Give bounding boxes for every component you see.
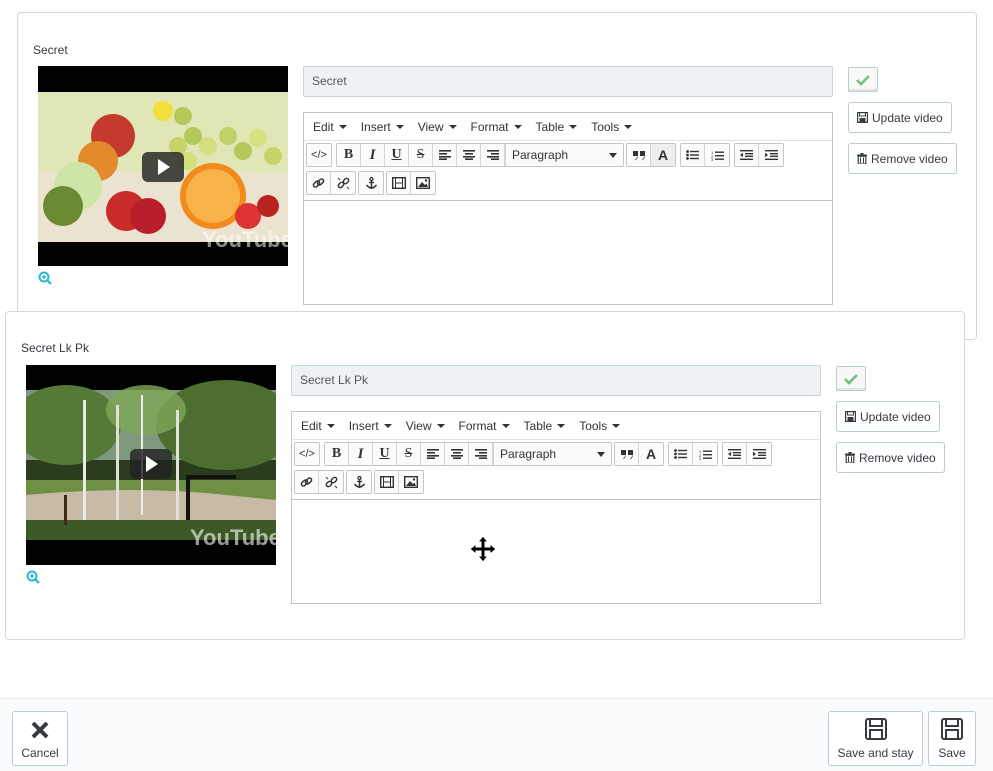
text-color-button[interactable]: A (651, 144, 675, 166)
insert-link-icon[interactable] (307, 172, 331, 194)
numbered-list-button[interactable]: 123 (705, 144, 729, 166)
video-thumbnail[interactable]: YouTube (38, 66, 288, 266)
editor-toolbar-row-2 (292, 468, 820, 496)
indent-button[interactable] (759, 144, 783, 166)
editor-menubar: Edit Insert View Format Table Tools (304, 113, 832, 141)
strikethrough-button[interactable]: S (409, 144, 433, 166)
menu-view[interactable]: View (411, 113, 464, 141)
align-left-button[interactable] (421, 443, 445, 465)
menu-format[interactable]: Format (452, 412, 517, 440)
media-film-icon[interactable] (375, 471, 399, 493)
editor-toolbar-row-2 (304, 169, 832, 197)
text-color-button[interactable]: A (639, 443, 663, 465)
editor-content-area[interactable] (304, 200, 832, 304)
italic-button[interactable]: I (361, 144, 385, 166)
menu-format[interactable]: Format (464, 113, 529, 141)
align-right-button[interactable] (469, 443, 493, 465)
menu-insert[interactable]: Insert (342, 412, 399, 440)
zoom-icon[interactable] (38, 271, 52, 285)
svg-text:3: 3 (699, 456, 702, 460)
video-heading: Secret Lk Pk (21, 341, 90, 355)
youtube-watermark: YouTube (190, 525, 276, 550)
move-cursor-icon (469, 535, 497, 563)
check-icon (844, 373, 858, 385)
svg-text:3: 3 (711, 157, 714, 161)
save-icon (941, 718, 963, 740)
video-thumbnail[interactable]: YouTube (26, 365, 276, 565)
update-video-button[interactable]: Update video (848, 102, 952, 133)
bullet-list-button[interactable] (681, 144, 705, 166)
save-icon (857, 112, 868, 123)
confirm-check-button[interactable] (836, 366, 866, 391)
editor-toolbar-row-1: </> B I U S Paragraph A 123 (292, 440, 820, 468)
align-left-button[interactable] (433, 144, 457, 166)
menu-insert[interactable]: Insert (354, 113, 411, 141)
save-icon (845, 411, 856, 422)
zoom-icon[interactable] (26, 570, 40, 584)
blockquote-button[interactable] (615, 443, 639, 465)
save-button[interactable]: Save (928, 711, 976, 766)
confirm-check-button[interactable] (848, 67, 878, 92)
insert-link-icon[interactable] (295, 471, 319, 493)
svg-text:A: A (658, 148, 668, 162)
menu-table[interactable]: Table (517, 412, 573, 440)
svg-text:A: A (646, 447, 656, 461)
align-right-button[interactable] (481, 144, 505, 166)
video-title-input[interactable]: Secret Lk Pk (291, 365, 821, 396)
italic-button[interactable]: I (349, 443, 373, 465)
outdent-button[interactable] (735, 144, 759, 166)
trash-icon (845, 452, 855, 463)
unlink-icon[interactable] (319, 471, 343, 493)
update-video-button[interactable]: Update video (836, 401, 940, 432)
align-center-button[interactable] (445, 443, 469, 465)
footer-toolbar: Cancel Save and stay Save (0, 698, 993, 771)
block-format-select[interactable]: Paragraph (493, 443, 611, 465)
numbered-list-button[interactable]: 123 (693, 443, 717, 465)
youtube-watermark: YouTube (202, 227, 288, 252)
remove-video-button[interactable]: Remove video (848, 143, 957, 174)
close-icon (31, 721, 49, 739)
source-code-button[interactable]: </> (295, 443, 319, 465)
anchor-icon[interactable] (359, 172, 383, 194)
strikethrough-button[interactable]: S (397, 443, 421, 465)
media-film-icon[interactable] (387, 172, 411, 194)
editor-content-area[interactable] (292, 499, 820, 603)
cancel-button[interactable]: Cancel (12, 711, 68, 766)
rich-text-editor: Edit Insert View Format Table Tools </> … (303, 112, 833, 305)
align-center-button[interactable] (457, 144, 481, 166)
insert-image-icon[interactable] (399, 471, 423, 493)
menu-table[interactable]: Table (529, 113, 585, 141)
unlink-icon[interactable] (331, 172, 355, 194)
save-icon (864, 718, 887, 740)
indent-button[interactable] (747, 443, 771, 465)
editor-menubar: Edit Insert View Format Table Tools (292, 412, 820, 440)
menu-tools[interactable]: Tools (584, 113, 639, 141)
blockquote-button[interactable] (627, 144, 651, 166)
insert-image-icon[interactable] (411, 172, 435, 194)
trash-icon (857, 153, 867, 164)
bold-button[interactable]: B (337, 144, 361, 166)
editor-toolbar-row-1: </> B I U S Paragraph A 123 (304, 141, 832, 169)
check-icon (856, 74, 870, 86)
block-format-select[interactable]: Paragraph (505, 144, 623, 166)
menu-tools[interactable]: Tools (572, 412, 627, 440)
remove-video-button[interactable]: Remove video (836, 442, 945, 473)
bullet-list-button[interactable] (669, 443, 693, 465)
anchor-icon[interactable] (347, 471, 371, 493)
video-heading: Secret (33, 43, 68, 57)
outdent-button[interactable] (723, 443, 747, 465)
menu-view[interactable]: View (399, 412, 452, 440)
source-code-button[interactable]: </> (307, 144, 331, 166)
underline-button[interactable]: U (385, 144, 409, 166)
menu-edit[interactable]: Edit (294, 412, 342, 440)
underline-button[interactable]: U (373, 443, 397, 465)
video-title-input[interactable]: Secret (303, 66, 833, 97)
save-and-stay-button[interactable]: Save and stay (828, 711, 923, 766)
bold-button[interactable]: B (325, 443, 349, 465)
menu-edit[interactable]: Edit (306, 113, 354, 141)
rich-text-editor: Edit Insert View Format Table Tools </> … (291, 411, 821, 604)
